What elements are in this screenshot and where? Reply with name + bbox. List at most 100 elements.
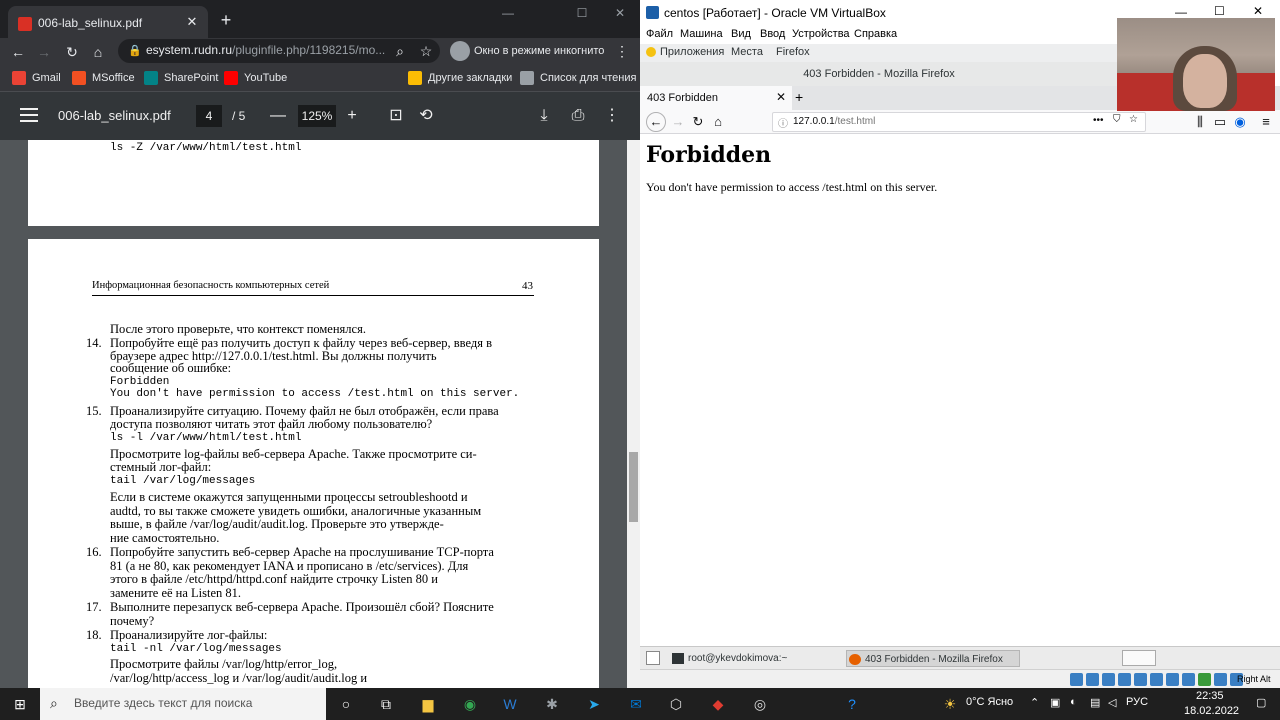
obs-icon[interactable]: ◎ (750, 694, 770, 714)
hdd-icon[interactable] (1070, 673, 1083, 686)
tray-icon-1[interactable]: ▣ (1050, 696, 1060, 709)
mouse-icon[interactable] (1214, 673, 1227, 686)
telegram-icon[interactable]: ➤ (584, 694, 604, 714)
audio-icon[interactable] (1102, 673, 1115, 686)
reload-icon[interactable]: ↻ (62, 42, 82, 62)
back-icon[interactable]: ← (8, 42, 28, 62)
zoom-lens-icon[interactable]: ⌕ (390, 41, 410, 61)
page-number-input[interactable]: 4 (196, 105, 222, 127)
shared-folder-icon[interactable] (1150, 673, 1163, 686)
windows-start-icon[interactable]: ⊞ (10, 694, 30, 714)
maximize-icon[interactable]: ☐ (1214, 4, 1225, 18)
close-window-icon[interactable]: ✕ (1253, 4, 1263, 18)
pdf-scroll-thumb[interactable] (629, 452, 638, 522)
download-icon[interactable]: ⤓ (534, 106, 554, 126)
usb-icon[interactable] (1134, 673, 1147, 686)
zoom-level[interactable]: 125% (298, 105, 336, 127)
firefox-menu-icon[interactable]: ≡ (1258, 114, 1274, 130)
gnome-firefox[interactable]: Firefox (776, 46, 810, 58)
pdf-sidebar-menu-icon[interactable] (20, 108, 38, 124)
rotate-icon[interactable]: ⟲ (416, 106, 436, 126)
pdf-scrollbar[interactable] (627, 140, 640, 688)
gnome-places[interactable]: Места (731, 46, 763, 58)
menu-devices[interactable]: Устройства (792, 28, 850, 40)
bookmark-youtube[interactable]: YouTube (224, 70, 287, 86)
back-icon[interactable]: ← (646, 112, 666, 132)
cpu-icon[interactable] (1198, 673, 1211, 686)
pdf-more-icon[interactable]: ⋮ (602, 106, 622, 126)
optical-icon[interactable] (1086, 673, 1099, 686)
workspace-switcher[interactable] (1122, 650, 1156, 666)
incognito-indicator[interactable]: Окно в режиме инкогнито (450, 41, 604, 61)
menu-file[interactable]: Файл (646, 28, 673, 40)
pdf-text-line: Выполните перезапуск веб-сервера Apache.… (110, 600, 494, 614)
windows-search-box[interactable]: ⌕ Введите здесь текст для поиска (40, 688, 326, 720)
virtualbox-taskbar-icon[interactable]: ⬡ (666, 694, 686, 714)
fit-page-icon[interactable]: ⊡ (386, 106, 406, 126)
home-icon[interactable]: ⌂ (88, 42, 108, 62)
bookmark-star-icon[interactable]: ☆ (416, 41, 436, 61)
bookmark-other[interactable]: Другие закладки (408, 70, 512, 86)
notifications-icon[interactable]: ▢ (1256, 696, 1266, 709)
help-icon[interactable]: ? (842, 694, 862, 714)
language-indicator[interactable]: РУС (1126, 696, 1148, 708)
tray-icon-3[interactable]: ▤ (1090, 696, 1100, 709)
menu-help[interactable]: Справка (854, 28, 897, 40)
bookmark-sharepoint[interactable]: SharePoint (144, 70, 218, 86)
clock-time[interactable]: 22:35 (1196, 690, 1224, 702)
pocket-icon[interactable]: ⛉ (1113, 114, 1121, 125)
account-icon[interactable]: ◉ (1232, 114, 1248, 130)
task-firefox[interactable]: 403 Forbidden - Mozilla Firefox (846, 650, 1020, 667)
menu-input[interactable]: Ввод (760, 28, 785, 40)
pdf-code-line: You don't have permission to access /tes… (110, 388, 520, 400)
sidebar-icon[interactable]: ▭ (1212, 114, 1228, 130)
minimize-icon[interactable]: — (1175, 5, 1187, 19)
forward-icon[interactable]: → (670, 114, 686, 130)
bookmark-reading-list[interactable]: Список для чтения (520, 70, 636, 86)
gnome-applications[interactable]: Приложения (660, 46, 724, 58)
library-icon[interactable]: ⫼ (1192, 114, 1208, 130)
volume-icon[interactable]: ◁ (1108, 696, 1116, 709)
word-icon[interactable]: W (500, 694, 520, 714)
chrome-icon[interactable]: ◉ (460, 694, 480, 714)
zoom-out-icon[interactable]: — (268, 106, 288, 126)
task-terminal[interactable]: root@ykevdokimova:~ (670, 650, 870, 667)
bookmark-gmail[interactable]: Gmail (12, 70, 61, 86)
weather-text[interactable]: 0°C Ясно (966, 696, 1013, 708)
bookmark-star-icon[interactable]: ☆ (1129, 114, 1138, 125)
settings-app-icon[interactable]: ✱ (542, 694, 562, 714)
tray-icon-2[interactable]: ◐ (1070, 696, 1077, 708)
forward-icon[interactable]: → (34, 42, 54, 62)
firefox-tab[interactable]: 403 Forbidden ✕ (640, 86, 792, 110)
app-taskbar-icon[interactable]: ◆ (708, 694, 728, 714)
close-window-icon[interactable]: ✕ (610, 4, 630, 22)
home-icon[interactable]: ⌂ (710, 114, 726, 130)
close-tab-icon[interactable]: ✕ (184, 14, 200, 30)
tray-overflow-icon[interactable]: ⌃ (1030, 696, 1039, 709)
close-tab-icon[interactable]: ✕ (776, 90, 786, 104)
new-tab-icon[interactable]: + (218, 11, 234, 29)
file-explorer-icon[interactable]: ▆ (418, 694, 438, 714)
firefox-url-bar[interactable]: ⓘ 127.0.0.1/test.html ••• ⛉ ☆ (772, 112, 1146, 132)
print-icon[interactable]: ⎙ (568, 106, 588, 126)
menu-machine[interactable]: Машина (680, 28, 723, 40)
clock-date[interactable]: 18.02.2022 (1184, 705, 1239, 717)
reload-icon[interactable]: ↻ (690, 114, 706, 130)
zoom-in-icon[interactable]: + (342, 106, 362, 126)
pdf-viewer[interactable]: ls -Z /var/www/html/test.html Информацио… (0, 140, 640, 688)
maximize-icon[interactable]: ☐ (572, 4, 592, 22)
show-desktop-icon[interactable] (646, 651, 660, 665)
recording-icon[interactable] (1182, 673, 1195, 686)
minimize-icon[interactable]: — (498, 4, 518, 22)
network-icon[interactable] (1118, 673, 1131, 686)
chrome-tab-pdf[interactable]: 006-lab_selinux.pdf ✕ (8, 6, 208, 42)
new-tab-icon[interactable]: + (795, 89, 803, 105)
bookmark-msoffice[interactable]: MSoffice (72, 70, 135, 86)
page-actions-icon[interactable]: ••• (1093, 115, 1104, 126)
menu-view[interactable]: Вид (731, 28, 751, 40)
mail-icon[interactable]: ✉ (626, 694, 646, 714)
cortana-icon[interactable]: ○ (336, 694, 356, 714)
chrome-menu-icon[interactable]: ⋮ (612, 41, 632, 61)
task-view-icon[interactable]: ⧉ (376, 694, 396, 714)
display-icon[interactable] (1166, 673, 1179, 686)
